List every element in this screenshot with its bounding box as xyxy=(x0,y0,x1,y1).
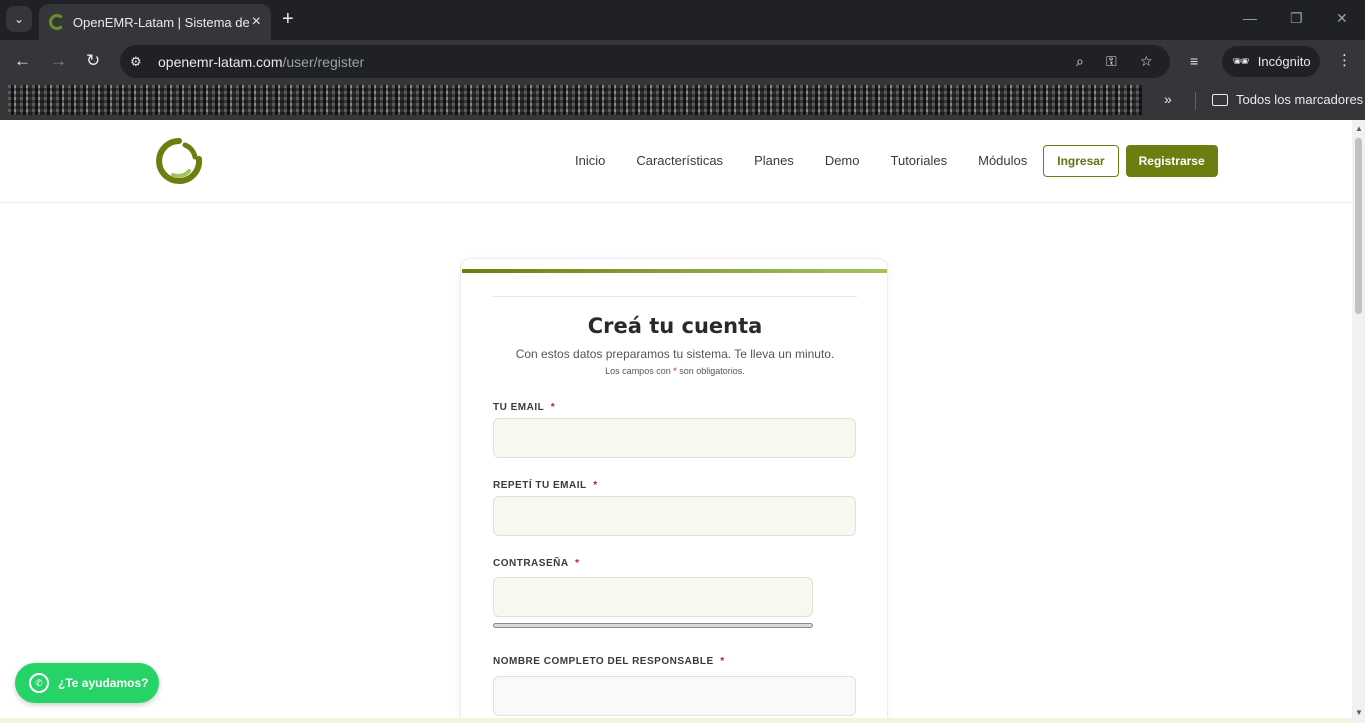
whatsapp-icon: ✆ xyxy=(29,673,49,693)
folder-icon xyxy=(1212,93,1228,106)
reload-icon[interactable]: ↻ xyxy=(86,51,100,71)
browser-tab-active[interactable]: OpenEMR-Latam | Sistema de H × xyxy=(39,4,271,40)
nav-planes[interactable]: Planes xyxy=(754,145,794,177)
all-bookmarks-folder[interactable]: Todos los marcadores xyxy=(1212,92,1363,107)
browser-toolbar: ← → ↻ ⚙ openemr-latam.com/user/register … xyxy=(0,40,1365,83)
password-input[interactable] xyxy=(493,577,813,617)
bookmarks-bar: » Todos los marcadores xyxy=(0,83,1365,120)
close-window-icon[interactable]: ✕ xyxy=(1336,10,1348,27)
back-icon[interactable]: ← xyxy=(14,51,31,71)
incognito-badge[interactable]: 🕶 Incógnito xyxy=(1222,46,1320,77)
tab-title: OpenEMR-Latam | Sistema de H xyxy=(72,14,252,30)
zoom-icon[interactable]: ⌕ xyxy=(1076,53,1084,70)
browser-menu-icon[interactable]: ⋮ xyxy=(1337,51,1352,69)
restore-icon[interactable]: ❐ xyxy=(1290,10,1303,27)
register-button[interactable]: Registrarse xyxy=(1125,145,1218,177)
tab-close-icon[interactable]: × xyxy=(252,13,261,31)
whatsapp-help-button[interactable]: ✆ ¿Te ayudamos? xyxy=(15,663,159,703)
openemr-logo[interactable] xyxy=(155,137,203,185)
bookmarks-overflow-icon[interactable]: » xyxy=(1164,91,1172,107)
incognito-label: Incógnito xyxy=(1257,54,1311,69)
all-bookmarks-label: Todos los marcadores xyxy=(1236,92,1364,107)
forward-icon[interactable]: → xyxy=(50,51,67,71)
whatsapp-label: ¿Te ayudamos? xyxy=(58,676,149,690)
bottom-strip xyxy=(0,718,1352,723)
repeat-email-label: REPETÍ TU EMAIL * xyxy=(493,480,598,491)
responsible-name-label: NOMBRE COMPLETO DEL RESPONSABLE * xyxy=(493,656,725,667)
page-scrollbar[interactable]: ▲ ▼ xyxy=(1352,120,1365,723)
bookmarks-separator xyxy=(1195,92,1196,110)
nav-demo[interactable]: Demo xyxy=(825,145,860,177)
browser-tabbar: ⌄ OpenEMR-Latam | Sistema de H × + — ❐ ✕ xyxy=(0,0,1365,40)
email-input[interactable] xyxy=(493,418,856,458)
main-nav: Inicio Características Planes Demo Tutor… xyxy=(560,145,1218,177)
required-note: Los campos con * son obligatorios. xyxy=(605,366,745,376)
responsible-name-input[interactable] xyxy=(493,676,856,716)
bookmarks-obscured xyxy=(8,85,1142,115)
password-strength-meter xyxy=(493,623,813,628)
url-text: openemr-latam.com/user/register xyxy=(158,53,365,70)
nav-modulos[interactable]: Módulos xyxy=(978,145,1027,177)
email-label: TU EMAIL * xyxy=(493,402,556,413)
site-header: Inicio Características Planes Demo Tutor… xyxy=(0,120,1352,203)
address-bar[interactable]: ⚙ openemr-latam.com/user/register ⌕ ⚿ ☆ xyxy=(120,45,1170,78)
form-subtitle: Con estos datos preparamos tu sistema. T… xyxy=(515,347,835,361)
card-accent-bar xyxy=(462,269,887,273)
login-button[interactable]: Ingresar xyxy=(1043,145,1119,177)
bookmark-star-icon[interactable]: ☆ xyxy=(1140,53,1153,70)
tab-search-icon[interactable]: ⌄ xyxy=(6,6,32,32)
site-info-icon[interactable]: ⚙ xyxy=(130,54,150,70)
register-card: Creá tu cuenta Con estos datos preparamo… xyxy=(460,258,888,723)
new-tab-icon[interactable]: + xyxy=(282,8,294,30)
password-key-icon[interactable]: ⚿ xyxy=(1106,53,1117,70)
reading-list-icon[interactable]: ≡ xyxy=(1190,53,1198,69)
password-label: CONTRASEÑA * xyxy=(493,558,580,569)
page-viewport: Inicio Características Planes Demo Tutor… xyxy=(0,120,1352,723)
repeat-email-input[interactable] xyxy=(493,496,856,536)
card-divider xyxy=(493,296,857,297)
scroll-down-icon[interactable]: ▼ xyxy=(1355,708,1363,717)
site-favicon-icon xyxy=(49,14,65,30)
nav-caracteristicas[interactable]: Características xyxy=(636,145,723,177)
scroll-up-icon[interactable]: ▲ xyxy=(1355,124,1363,133)
nav-inicio[interactable]: Inicio xyxy=(575,145,605,177)
incognito-icon: 🕶 xyxy=(1232,53,1250,69)
scroll-thumb[interactable] xyxy=(1355,138,1362,314)
form-title: Creá tu cuenta xyxy=(587,314,763,338)
nav-tutoriales[interactable]: Tutoriales xyxy=(891,145,948,177)
minimize-icon[interactable]: — xyxy=(1243,10,1257,26)
